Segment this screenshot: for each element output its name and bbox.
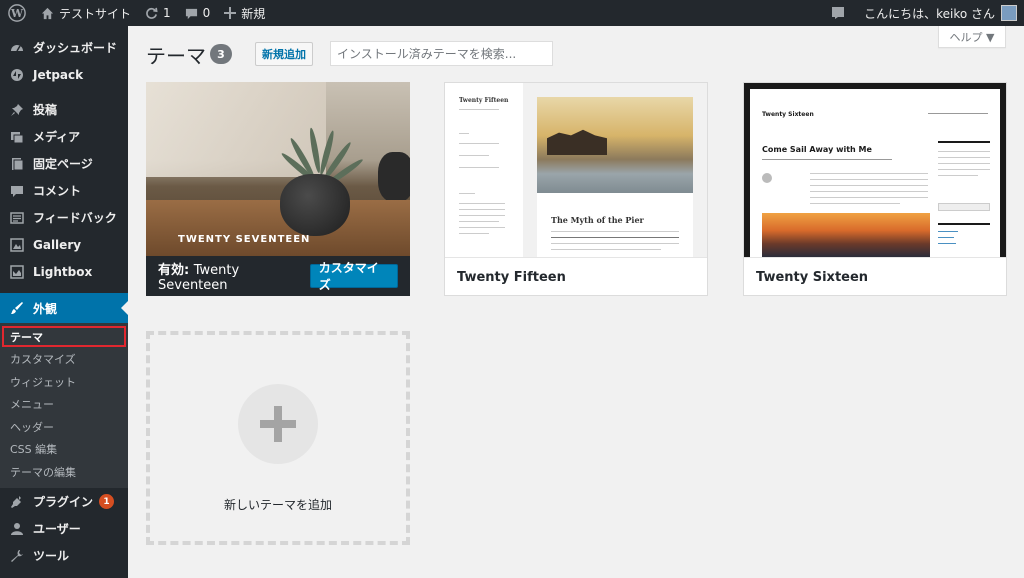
sidebar-item-label: Jetpack <box>33 67 84 82</box>
comment-icon <box>185 8 197 19</box>
greeting: こんにちは、keiko さん <box>864 6 995 21</box>
sidebar-item-lightbox[interactable]: Lightbox <box>0 258 128 285</box>
theme-preview-image: Twenty Fifteen The Myth of the Pier <box>445 83 707 257</box>
customize-button[interactable]: カスタマイズ <box>309 261 398 292</box>
plugin-update-badge: 1 <box>99 494 115 509</box>
user-icon <box>8 522 26 536</box>
sidebar-item-label: フィードバック <box>33 211 117 225</box>
screenshot-site-title: Twenty Fifteen <box>459 97 509 104</box>
help-tab-button[interactable]: ヘルプ ▼ <box>938 26 1006 48</box>
theme-card-twenty-sixteen[interactable]: Twenty Sixteen Come Sail Away with Me Tw… <box>743 82 1007 296</box>
submenu-item-header[interactable]: ヘッダー <box>0 416 128 439</box>
sidebar-item-appearance[interactable]: 外観 <box>0 293 128 323</box>
theme-name: 有効: Twenty Seventeen <box>158 263 240 293</box>
sidebar-item-users[interactable]: ユーザー <box>0 515 128 542</box>
screenshot-title: TWENTY SEVENTEEN <box>178 234 311 245</box>
avatar <box>1001 5 1017 21</box>
site-name-link[interactable]: テストサイト <box>34 0 138 26</box>
sidebar-item-comments[interactable]: コメント <box>0 177 128 204</box>
add-new-theme-card[interactable]: 新しいテーマを追加 <box>146 331 410 545</box>
submenu-item-widgets[interactable]: ウィジェット <box>0 371 128 394</box>
wrench-icon <box>8 549 26 563</box>
my-account-link[interactable]: こんにちは、keiko さん <box>852 0 1024 26</box>
sidebar-item-posts[interactable]: 投稿 <box>0 96 128 123</box>
sidebar-item-label: 固定ページ <box>33 157 93 171</box>
updates-link[interactable]: 1 <box>138 0 178 26</box>
plus-icon <box>224 7 237 19</box>
theme-card-twenty-fifteen[interactable]: Twenty Fifteen The Myth of the Pier Twen… <box>444 82 708 296</box>
dashboard-icon <box>8 41 26 55</box>
sidebar-item-label: メディア <box>33 130 81 144</box>
add-new-theme-label: 新しいテーマを追加 <box>223 498 332 512</box>
page-icon <box>8 157 26 171</box>
sidebar-item-label: ツール <box>33 549 70 563</box>
page-title: テーマ <box>146 44 206 68</box>
sidebar-item-label: ユーザー <box>33 522 81 536</box>
refresh-icon <box>146 7 158 19</box>
theme-screenshot[interactable]: Twenty Fifteen The Myth of the Pier <box>445 83 707 257</box>
sidebar-item-feedback[interactable]: フィードバック <box>0 204 128 231</box>
plus-icon <box>238 384 318 464</box>
submenu-item-themes[interactable]: テーマ <box>2 326 126 347</box>
theme-name-bar: 有効: Twenty Seventeen カスタマイズ <box>146 256 410 296</box>
home-icon <box>41 7 54 19</box>
theme-preview-image: Twenty Sixteen Come Sail Away with Me <box>744 83 1006 257</box>
screenshot-post-title: The Myth of the Pier <box>551 215 644 225</box>
gallery-icon <box>8 237 26 252</box>
sidebar-item-jetpack[interactable]: Jetpack <box>0 61 128 88</box>
theme-name-bar: Twenty Sixteen <box>744 257 1006 297</box>
sidebar-item-dashboard[interactable]: ダッシュボード <box>0 34 128 61</box>
notification-icon[interactable] <box>824 0 852 26</box>
theme-name: Twenty Sixteen <box>756 270 869 285</box>
theme-screenshot[interactable]: Twenty Sixteen Come Sail Away with Me <box>744 83 1006 257</box>
sidebar-item-gallery[interactable]: Gallery <box>0 231 128 258</box>
submenu-item-customize[interactable]: カスタマイズ <box>0 348 128 371</box>
theme-count-badge: 3 <box>210 44 232 64</box>
pin-icon <box>8 103 26 117</box>
appearance-submenu: テーマ カスタマイズ ウィジェット メニュー ヘッダー CSS 編集 テーマの編… <box>0 323 128 488</box>
submenu-item-css[interactable]: CSS 編集 <box>0 438 128 461</box>
screenshot-site-title: Twenty Sixteen <box>762 111 814 118</box>
media-icon <box>8 130 26 144</box>
comments-link[interactable]: 0 <box>178 0 218 26</box>
updates-count: 1 <box>163 6 171 20</box>
new-label: 新規 <box>241 6 266 21</box>
sidebar-item-label: ダッシュボード <box>33 41 118 55</box>
site-name: テストサイト <box>59 6 132 21</box>
svg-text:W: W <box>10 7 24 20</box>
brush-icon <box>8 301 26 315</box>
sidebar-item-label: 外観 <box>33 301 58 316</box>
add-new-button[interactable]: 新規追加 <box>255 42 313 66</box>
submenu-item-theme-editor[interactable]: テーマの編集 <box>0 461 128 484</box>
new-content-link[interactable]: 新規 <box>217 0 272 26</box>
admin-sidebar: ダッシュボード Jetpack 投稿 メディア 固定ページ コメント フィードバ… <box>0 26 128 578</box>
sidebar-item-tools[interactable]: ツール <box>0 542 128 569</box>
jetpack-icon <box>8 68 26 82</box>
sidebar-item-label: コメント <box>33 184 82 198</box>
sidebar-item-label: 投稿 <box>33 103 58 117</box>
sidebar-item-label: Lightbox <box>33 264 93 279</box>
feedback-icon <box>8 211 26 225</box>
comment-icon <box>8 184 26 198</box>
submenu-item-menus[interactable]: メニュー <box>0 393 128 416</box>
comments-count: 0 <box>202 6 211 20</box>
plugin-icon <box>8 495 26 509</box>
sidebar-item-media[interactable]: メディア <box>0 123 128 150</box>
theme-preview-image <box>146 82 410 256</box>
screenshot-post-title: Come Sail Away with Me <box>762 145 872 154</box>
sidebar-item-label: Gallery <box>33 237 82 252</box>
sidebar-item-label: プラグイン <box>33 495 94 509</box>
admin-bar: W テストサイト 1 0 新規 こんにちは、keiko さん <box>0 0 1024 26</box>
theme-name: Twenty Fifteen <box>457 270 566 285</box>
theme-search-input[interactable] <box>330 41 553 66</box>
sidebar-item-pages[interactable]: 固定ページ <box>0 150 128 177</box>
sidebar-item-plugins[interactable]: プラグイン 1 <box>0 488 128 515</box>
theme-card-twenty-seventeen[interactable]: TWENTY SEVENTEEN 有効: Twenty Seventeen カス… <box>146 82 410 296</box>
theme-name-bar: Twenty Fifteen <box>445 257 707 297</box>
lightbox-icon <box>8 264 26 279</box>
theme-screenshot[interactable]: TWENTY SEVENTEEN <box>146 82 410 256</box>
wordpress-logo-icon[interactable]: W <box>0 0 34 26</box>
